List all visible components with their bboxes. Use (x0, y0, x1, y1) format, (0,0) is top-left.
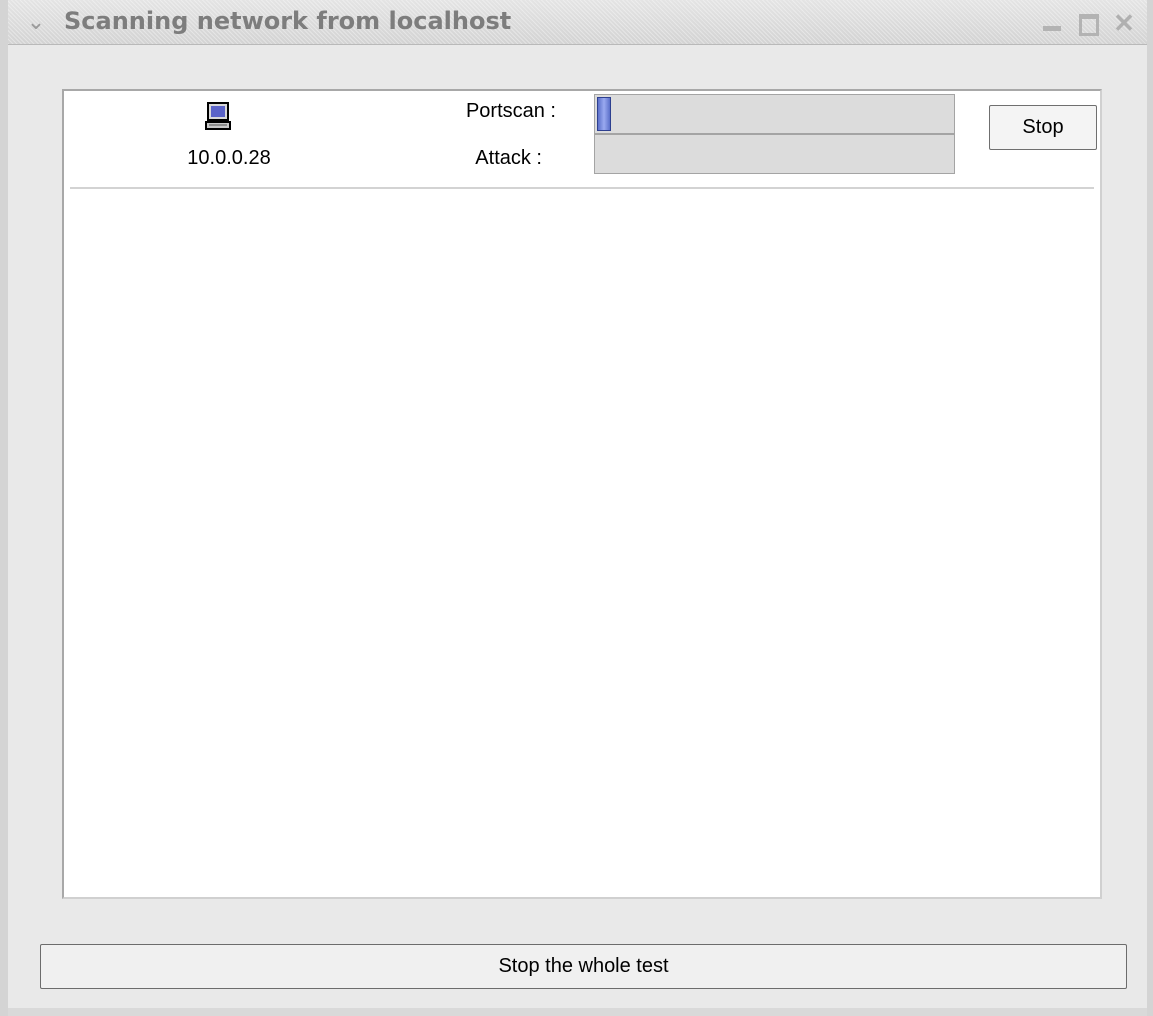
stop-host-button[interactable]: Stop (989, 105, 1097, 150)
portscan-progress-fill (597, 97, 611, 131)
minimize-icon[interactable] (1040, 12, 1064, 34)
host-separator (70, 187, 1094, 189)
portscan-progress-bar (594, 94, 955, 134)
close-icon[interactable]: ✕ (1112, 10, 1136, 36)
attack-label: Attack : (475, 147, 542, 169)
portscan-label: Portscan : (465, 100, 556, 122)
stop-whole-test-button[interactable]: Stop the whole test (40, 944, 1127, 989)
title-bar[interactable]: ⌄ Scanning network from localhost ✕ (8, 0, 1147, 45)
scan-results-panel: 10.0.0.28 Portscan : Attack : Stop (62, 89, 1102, 899)
attack-progress-bar (594, 134, 955, 174)
maximize-icon[interactable] (1076, 12, 1100, 36)
host-ip-address: 10.0.0.28 (187, 147, 271, 169)
computer-icon (205, 102, 231, 130)
scan-window: ⌄ Scanning network from localhost ✕ 10.0… (0, 0, 1153, 1016)
window-menu-icon[interactable]: ⌄ (22, 11, 50, 33)
window-title: Scanning network from localhost (64, 7, 512, 35)
window-bottom-border (8, 1008, 1147, 1016)
